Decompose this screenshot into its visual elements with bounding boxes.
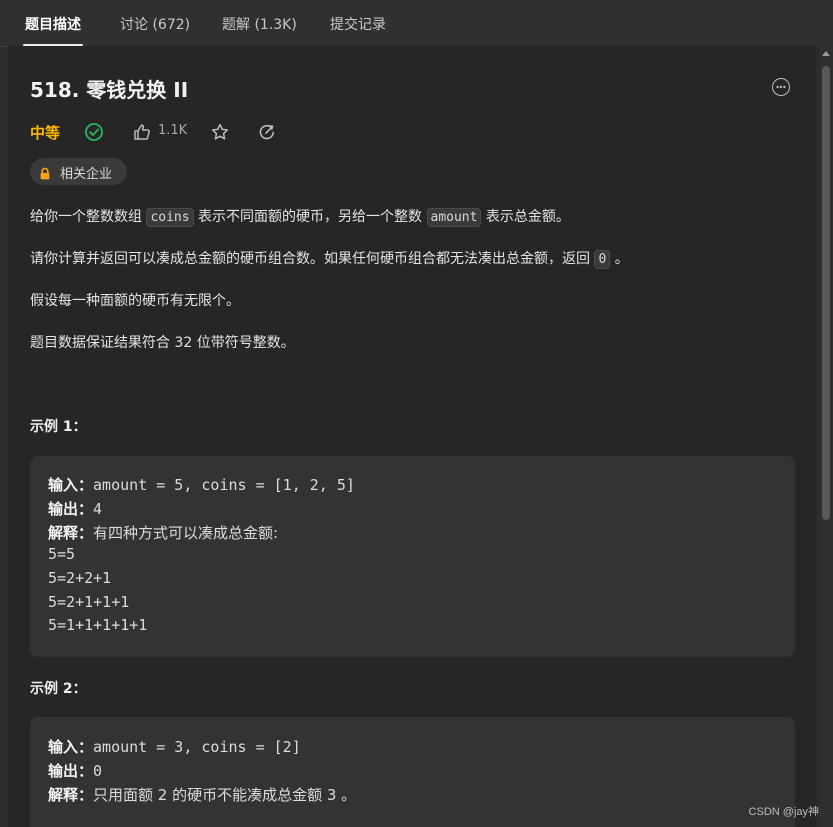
description-paragraph-1: 给你一个整数数组 coins 表示不同面额的硬币，另给一个整数 amount 表… — [30, 206, 570, 227]
description-paragraph-2: 请你计算并返回可以凑成总金额的硬币组合数。如果任何硬币组合都无法凑出总金额，返回… — [30, 248, 629, 269]
watermark: CSDN @jay神 — [748, 806, 819, 818]
inline-code-amount: amount — [426, 208, 482, 227]
example-2-input: 输入：amount = 3, coins = [2] — [48, 736, 301, 757]
example-2-output: 输出：0 — [48, 760, 102, 781]
scrollbar-thumb[interactable] — [822, 66, 830, 520]
explain-value: 有四种方式可以凑成总金额: — [93, 524, 279, 542]
explain-value: 只用面额 2 的硬币不能凑成总金额 3 。 — [93, 786, 357, 804]
example-1-output: 输出：4 — [48, 498, 102, 519]
example-1-input: 输入：amount = 5, coins = [1, 2, 5] — [48, 474, 355, 495]
explain-label: 解释： — [48, 524, 94, 542]
tab-bar: 题目描述 讨论 (672) 题解 (1.3K) 提交记录 — [0, 0, 833, 47]
explain-label: 解释： — [48, 786, 94, 804]
example-1-line: 5=2+1+1+1 — [48, 593, 130, 611]
thumbs-up-icon[interactable] — [132, 122, 152, 142]
inline-code-coins: coins — [146, 208, 194, 227]
problem-title: 518. 零钱兑换 II — [30, 78, 189, 102]
example-1-line: 5=5 — [48, 545, 76, 563]
output-label: 输出： — [48, 500, 94, 518]
example-2-title: 示例 2： — [30, 681, 87, 697]
like-count: 1.1K — [158, 123, 188, 138]
tab-submissions[interactable]: 提交记录 — [330, 0, 386, 46]
difficulty-badge: 中等 — [30, 124, 61, 142]
output-label: 输出： — [48, 762, 94, 780]
scrollbar[interactable] — [819, 46, 833, 827]
desc-text: 表示总金额。 — [481, 209, 570, 225]
tab-description[interactable]: 题目描述 — [23, 0, 83, 46]
solved-check-icon — [84, 122, 104, 142]
desc-text: 给你一个整数数组 — [30, 209, 147, 225]
lock-icon — [39, 165, 51, 184]
desc-text: 请你计算并返回可以凑成总金额的硬币组合数。如果任何硬币组合都无法凑出总金额，返回 — [30, 251, 595, 267]
tab-solutions[interactable]: 题解 (1.3K) — [222, 0, 297, 46]
inline-code-zero: 0 — [594, 250, 611, 269]
tab-discussion[interactable]: 讨论 (672) — [120, 0, 190, 46]
example-1-line: 5=2+2+1 — [48, 569, 112, 587]
input-value: amount = 3, coins = [2] — [93, 738, 301, 756]
example-2-box: 输入：amount = 3, coins = [2] 输出：0 解释：只用面额 … — [30, 717, 795, 827]
example-2-explanation: 解释：只用面额 2 的硬币不能凑成总金额 3 。 — [48, 784, 356, 805]
input-label: 输入： — [48, 738, 94, 756]
related-companies-label: 相关企业 — [60, 167, 113, 182]
description-paragraph-4: 题目数据保证结果符合 32 位带符号整数。 — [30, 335, 295, 351]
related-companies-chip[interactable]: 相关企业 — [30, 158, 127, 185]
description-paragraph-3: 假设每一种面额的硬币有无限个。 — [30, 293, 240, 309]
star-icon[interactable] — [210, 122, 230, 142]
example-1-box: 输入：amount = 5, coins = [1, 2, 5] 输出：4 解释… — [30, 456, 795, 657]
problem-panel: 518. 零钱兑换 II 中等 1.1K 相关企业 给你一个整数数组 coins… — [8, 46, 816, 827]
output-value: 0 — [93, 762, 103, 780]
input-value: amount = 5, coins = [1, 2, 5] — [93, 476, 355, 494]
scroll-up-icon[interactable] — [822, 51, 830, 56]
desc-text: 。 — [610, 251, 629, 267]
more-options-icon[interactable] — [772, 78, 790, 96]
input-label: 输入： — [48, 476, 94, 494]
share-icon[interactable] — [257, 122, 277, 142]
example-1-line: 5=1+1+1+1+1 — [48, 616, 148, 634]
problem-meta: 中等 1.1K — [30, 120, 330, 146]
output-value: 4 — [93, 500, 103, 518]
example-1-title: 示例 1： — [30, 419, 87, 435]
example-1-explanation: 解释：有四种方式可以凑成总金额: — [48, 522, 278, 543]
desc-text: 表示不同面额的硬币，另给一个整数 — [193, 209, 427, 225]
